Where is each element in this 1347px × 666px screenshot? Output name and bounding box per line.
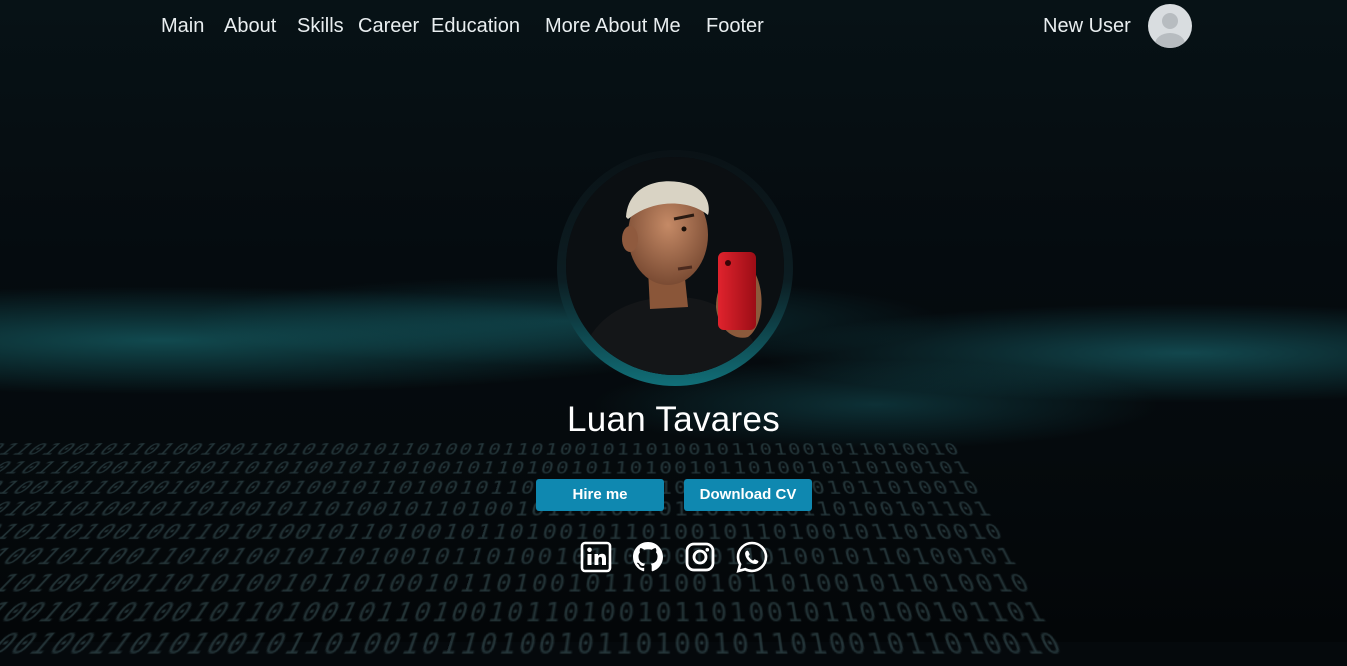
user-name-link[interactable]: New User (1043, 15, 1131, 38)
nav-item-education[interactable]: Education (431, 15, 520, 38)
github-icon[interactable] (630, 539, 666, 575)
instagram-icon[interactable] (682, 539, 718, 575)
nav-item-footer[interactable]: Footer (706, 15, 764, 38)
nav-item-main[interactable]: Main (161, 15, 204, 38)
top-navigation: Main About Skills Career Education More … (0, 0, 1347, 54)
user-avatar-icon[interactable] (1148, 4, 1192, 48)
download-cv-button[interactable]: Download CV (684, 479, 812, 511)
linkedin-icon[interactable] (578, 539, 614, 575)
nav-item-career[interactable]: Career (358, 15, 419, 38)
user-silhouette-icon (1155, 13, 1185, 48)
profile-name: Luan Tavares (566, 400, 781, 439)
whatsapp-icon[interactable] (734, 539, 770, 575)
hire-me-button[interactable]: Hire me (536, 479, 664, 511)
nav-item-skills[interactable]: Skills (297, 15, 344, 38)
nav-item-about[interactable]: About (224, 15, 276, 38)
profile-portrait-image (566, 157, 784, 375)
profile-photo (566, 157, 784, 375)
nav-item-more-about-me[interactable]: More About Me (545, 15, 681, 38)
